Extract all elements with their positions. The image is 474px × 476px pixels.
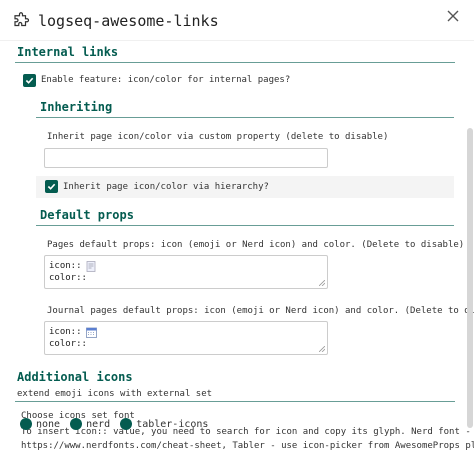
section-title-default-props: Default props bbox=[40, 208, 134, 222]
radio-label: tabler-icons bbox=[136, 418, 209, 430]
icons-font-radio-group: none nerd tabler-icons bbox=[20, 418, 218, 430]
plugin-title: logseq-awesome-links bbox=[38, 12, 219, 30]
resize-handle-icon[interactable] bbox=[319, 280, 325, 286]
hierarchy-label: Inherit page icon/color via hierarchy? bbox=[63, 182, 269, 192]
section-rule bbox=[15, 62, 455, 63]
radio-label: nerd bbox=[86, 418, 111, 430]
radio-dot bbox=[70, 418, 83, 430]
resize-handle-icon[interactable] bbox=[319, 346, 325, 352]
section-title-internal-links: Internal links bbox=[17, 45, 119, 59]
radio-option-nerd[interactable]: nerd bbox=[70, 418, 110, 430]
close-button[interactable] bbox=[442, 6, 464, 28]
journal-default-textarea[interactable]: icon:: color:: bbox=[44, 321, 328, 355]
enable-feature-checkbox[interactable] bbox=[23, 74, 36, 87]
icons-desc-line-2: https://www.nerdfonts.com/cheat-sheet, T… bbox=[21, 441, 474, 451]
additional-icons-subtitle: extend emoji icons with external set bbox=[17, 389, 213, 399]
textarea-line: color:: bbox=[49, 338, 323, 350]
radio-option-none[interactable]: none bbox=[20, 418, 60, 430]
calendar-emoji-icon bbox=[85, 327, 97, 338]
radio-option-tabler-icons[interactable]: tabler-icons bbox=[120, 418, 208, 430]
puzzle-plugin-icon bbox=[12, 12, 30, 30]
color-prop-text: color:: bbox=[49, 273, 87, 283]
page-emoji-icon bbox=[86, 260, 96, 272]
section-title-additional-icons: Additional icons bbox=[17, 370, 133, 384]
scrollbar-thumb[interactable] bbox=[467, 128, 473, 428]
hierarchy-checkbox[interactable] bbox=[45, 180, 58, 193]
journal-default-label: Journal pages default props: icon (emoji… bbox=[47, 306, 474, 316]
pages-default-label: Pages default props: icon (emoji or Nerd… bbox=[47, 240, 465, 250]
enable-feature-label: Enable feature: icon/color for internal … bbox=[41, 75, 291, 85]
section-title-inheriting: Inheriting bbox=[40, 100, 113, 114]
section-rule bbox=[15, 401, 455, 402]
color-prop-text: color:: bbox=[49, 339, 87, 349]
section-rule bbox=[36, 117, 454, 118]
custom-prop-label: Inherit page icon/color via custom prope… bbox=[47, 132, 389, 142]
textarea-line: color:: bbox=[49, 272, 323, 284]
icon-prop-text: icon:: bbox=[49, 327, 82, 337]
icon-prop-text: icon:: bbox=[49, 261, 82, 271]
close-icon bbox=[446, 8, 460, 27]
section-rule bbox=[36, 225, 454, 226]
radio-label: none bbox=[36, 418, 61, 430]
custom-prop-input[interactable] bbox=[44, 148, 328, 168]
textarea-line: icon:: bbox=[49, 326, 323, 338]
textarea-line: icon:: bbox=[49, 260, 323, 272]
header-separator bbox=[0, 40, 474, 41]
pages-default-textarea[interactable]: icon:: color:: bbox=[44, 255, 328, 289]
settings-header: logseq-awesome-links bbox=[0, 0, 474, 42]
settings-content: Internal links Enable feature: icon/colo… bbox=[0, 42, 474, 476]
radio-dot bbox=[20, 418, 32, 430]
radio-dot bbox=[120, 418, 133, 430]
